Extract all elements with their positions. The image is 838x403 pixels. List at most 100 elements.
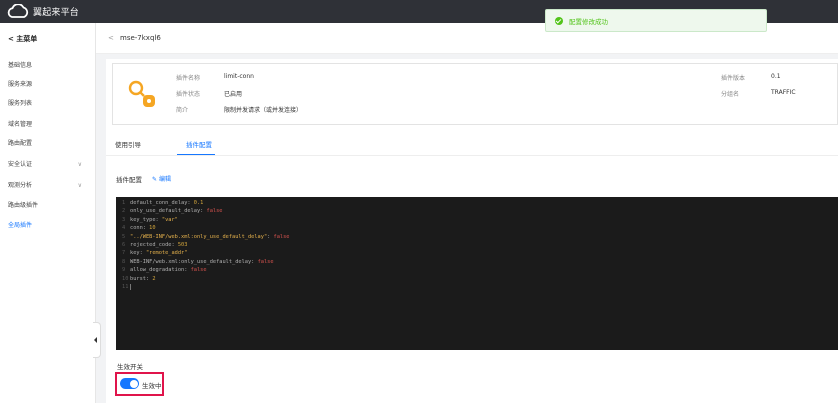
active-tab-indicator [177,154,215,155]
text-cursor [130,283,131,290]
sidebar-item-label: 路由级插件 [8,202,39,209]
line-number: 7 [122,250,126,257]
plugin-name-label: 插件名称 [176,75,201,82]
sidebar-item-label: 服务列表 [8,100,33,107]
plugin-desc: 限制并发请求（或并发连接） [224,107,303,114]
code-token: allow_degradation: [130,267,191,274]
plugin-version: 0.1 [771,73,781,80]
code-line: 8 WEB-INF/web.xml:only_use_default_delay:… [122,258,838,266]
code-token: key_type: [130,216,162,223]
code-token: WEB-INF/web.xml:only_use_default_delay: [130,258,258,265]
plugin-group: TRAFFIC [771,89,796,96]
sidebar-item-label: 安全认证 [8,161,33,168]
tab-plugin-config[interactable]: 插件配置 [186,139,212,149]
cloud-icon [7,4,29,18]
instance-title: mse-7kxql6 [120,34,161,42]
code-token: default_conn_delay: [130,200,194,206]
code-line: 5 "../WEB-INF/web.xml:only_use_default_de… [122,233,838,241]
code-token: false [273,233,290,240]
tab-divider [106,155,838,156]
code-token: "remote_addr" [145,250,188,257]
main-menu-back[interactable]: < 主菜单 [8,34,37,44]
enable-toggle[interactable] [120,378,139,389]
line-number: 3 [122,216,126,223]
code-token: burst: [130,275,153,282]
line-number: 5 [122,233,126,240]
sidebar-item-label: 基础信息 [8,62,33,69]
plugin-name: limit-conn [224,73,254,80]
main-area: < mse-7kxql6 插件名称 limit-conn 插件状态 已启用 简介… [96,23,838,403]
line-number: 2 [122,208,126,215]
sidebar-item-label: 全局插件 [8,222,33,229]
sidebar-item[interactable]: 路由级插件 [8,200,92,212]
brand-logo[interactable]: 翼起来平台 [7,4,79,19]
plugin-version-label: 插件版本 [721,75,746,82]
code-token: false [206,208,223,215]
toggle-state-label: 生效中 [142,382,162,390]
sidebar-item[interactable]: 观测分析 ∨ [8,180,92,192]
sidebar-item[interactable]: 路由配置 [8,138,92,150]
code-token: rejected_code: [130,242,178,249]
sidebar-item[interactable]: 基础信息 [8,60,92,72]
code-line: 9 allow_degradation: false [122,266,838,274]
config-code-editor[interactable]: 1 default_conn_delay: 0.1 2 only_use_defaul… [116,197,838,350]
edit-config-button[interactable]: ✎ 编辑 [152,174,171,183]
line-number: 4 [122,225,126,232]
code-line: 11 [122,283,838,291]
code-token: only_use_default_delay: [130,208,207,215]
line-number: 10 [122,275,129,282]
chevron-down-icon: ∨ [77,182,82,189]
code-token: key: [130,250,146,257]
sidebar-collapse-button[interactable] [93,322,101,358]
code-line: 1 default_conn_delay: 0.1 [122,199,838,207]
edit-label: 编辑 [159,176,172,183]
config-section-title: 插件配置 [116,176,142,184]
success-toast: 配置修改成功 [545,9,767,32]
code-line: 6 rejected_code: 503 [122,241,838,249]
key-icon [128,80,155,107]
code-line: 4 conn: 10 [122,224,838,232]
sidebar-item-label: 服务来源 [8,81,33,88]
chevron-down-icon: ∨ [77,161,82,168]
plugin-group-label: 分组名 [721,91,740,98]
code-line: 10 burst: 2 [122,275,838,283]
code-token: 0.1 [193,200,204,206]
sidebar-item-label: 域名管理 [8,121,33,128]
enable-switch-label: 生效开关 [117,363,143,371]
sidebar-item[interactable]: 服务列表 [8,98,92,110]
code-token: false [190,267,207,274]
line-number: 11 [122,284,129,291]
code-token: 10 [149,225,156,232]
code-token: "var" [161,216,178,223]
line-number: 1 [122,200,126,206]
check-circle-icon [555,16,563,25]
plugin-status: 已启用 [224,91,243,98]
code-line: 7 key: "remote_addr" [122,249,838,257]
code-line: 3 key_type: "var" [122,216,838,224]
code-token: "../WEB-INF/web.xml:only_use_default_del… [130,233,268,240]
tab-usage-guide[interactable]: 使用引导 [115,139,141,149]
code-token: conn: [130,225,150,232]
plugin-detail-panel: 插件名称 limit-conn 插件状态 已启用 简介 限制并发请求（或并发连接… [106,59,838,403]
plugin-info-card: 插件名称 limit-conn 插件状态 已启用 简介 限制并发请求（或并发连接… [112,63,838,125]
sidebar-item-label: 路由配置 [8,140,33,147]
line-number: 9 [122,267,126,274]
sidebar-item[interactable]: 全局插件 [8,220,92,232]
plugin-status-label: 插件状态 [176,91,201,98]
sidebar-item[interactable]: 安全认证 ∨ [8,159,92,171]
pencil-icon: ✎ [152,176,158,183]
plugin-desc-label: 简介 [176,107,189,114]
sidebar-item[interactable]: 服务来源 [8,79,92,91]
code-token: 2 [152,275,156,282]
toast-message: 配置修改成功 [569,17,608,26]
code-token: false [257,258,274,265]
line-number: 8 [122,258,126,265]
back-button[interactable]: < [108,34,114,42]
brand-name: 翼起来平台 [33,8,80,18]
sidebar-item-label: 观测分析 [8,182,33,189]
code-token: 503 [177,242,188,249]
sidebar-item[interactable]: 域名管理 [8,119,92,131]
sidebar: < 主菜单 基础信息服务来源服务列表域名管理路由配置安全认证 ∨ 观测分析 ∨ 路由级插… [0,23,96,403]
code-line: 2 only_use_default_delay: false [122,207,838,215]
line-number: 6 [122,242,126,249]
